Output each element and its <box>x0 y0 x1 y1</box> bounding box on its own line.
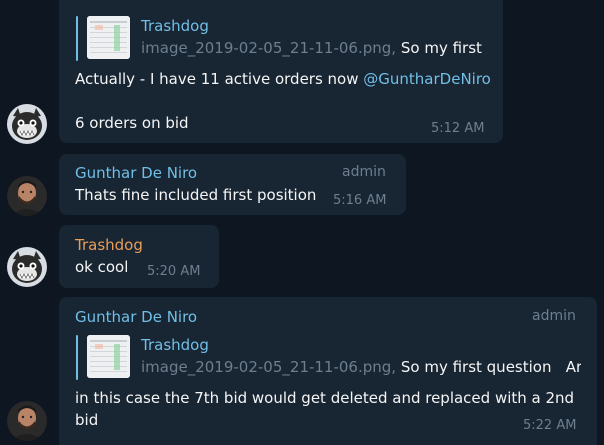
reply-image-thumbnail[interactable] <box>87 335 130 378</box>
reply-image-thumbnail[interactable] <box>87 16 130 59</box>
message-text: 6 orders on bid <box>75 114 189 132</box>
reply-sender-name: Trashdog <box>141 17 209 35</box>
reply-quote-bar <box>76 335 78 380</box>
person-avatar-icon <box>7 401 47 441</box>
message-text: Thats fine included first position <box>75 186 317 204</box>
reply-file-name: image_2019-02-05_21-11-06.png, <box>141 358 397 376</box>
message-time: 5:12 AM <box>431 121 485 136</box>
reply-snippet: So my first ... <box>400 39 487 57</box>
avatar-trashdog[interactable] <box>7 104 47 144</box>
avatar-gunthar[interactable] <box>7 176 47 216</box>
sender-name[interactable]: Gunthar De Niro <box>75 307 197 327</box>
admin-badge: admin <box>342 164 386 180</box>
message-time: 5:16 AM <box>333 193 387 208</box>
avatar-gunthar[interactable] <box>7 401 47 441</box>
avatar-trashdog[interactable] <box>7 247 47 287</box>
message-text: in this case the 7th bid would get delet… <box>75 389 575 407</box>
person-avatar-icon <box>7 176 47 216</box>
sender-name[interactable]: Gunthar De Niro <box>75 163 197 183</box>
message-text: Actually - I have 11 active orders now @… <box>75 69 491 89</box>
chat-history[interactable]: Trashdog image_2019-02-05_21-11-06.png, … <box>0 0 604 445</box>
dog-avatar-icon <box>7 247 47 287</box>
reply-file-name: image_2019-02-05_21-11-06.png, <box>141 39 397 57</box>
mention-link[interactable]: @GuntharDeNiro <box>363 70 491 88</box>
dog-avatar-icon <box>7 104 47 144</box>
reply-preview: image_2019-02-05_21-11-06.png, So my fir… <box>141 39 487 57</box>
message-time: 5:22 AM <box>523 418 577 433</box>
admin-badge: admin <box>532 308 576 324</box>
reply-preview: image_2019-02-05_21-11-06.png, So my fir… <box>141 358 581 376</box>
sender-name[interactable]: Trashdog <box>75 235 143 255</box>
reply-snippet: So my first question Ar... <box>400 358 581 376</box>
message-text-part: Actually - I have 11 active orders now <box>75 70 359 88</box>
reply-quote-bar <box>76 16 78 61</box>
message-text: bid <box>75 411 99 429</box>
reply-sender-name: Trashdog <box>141 336 209 354</box>
message-text: ok cool <box>75 258 129 276</box>
message-time: 5:20 AM <box>147 264 201 279</box>
